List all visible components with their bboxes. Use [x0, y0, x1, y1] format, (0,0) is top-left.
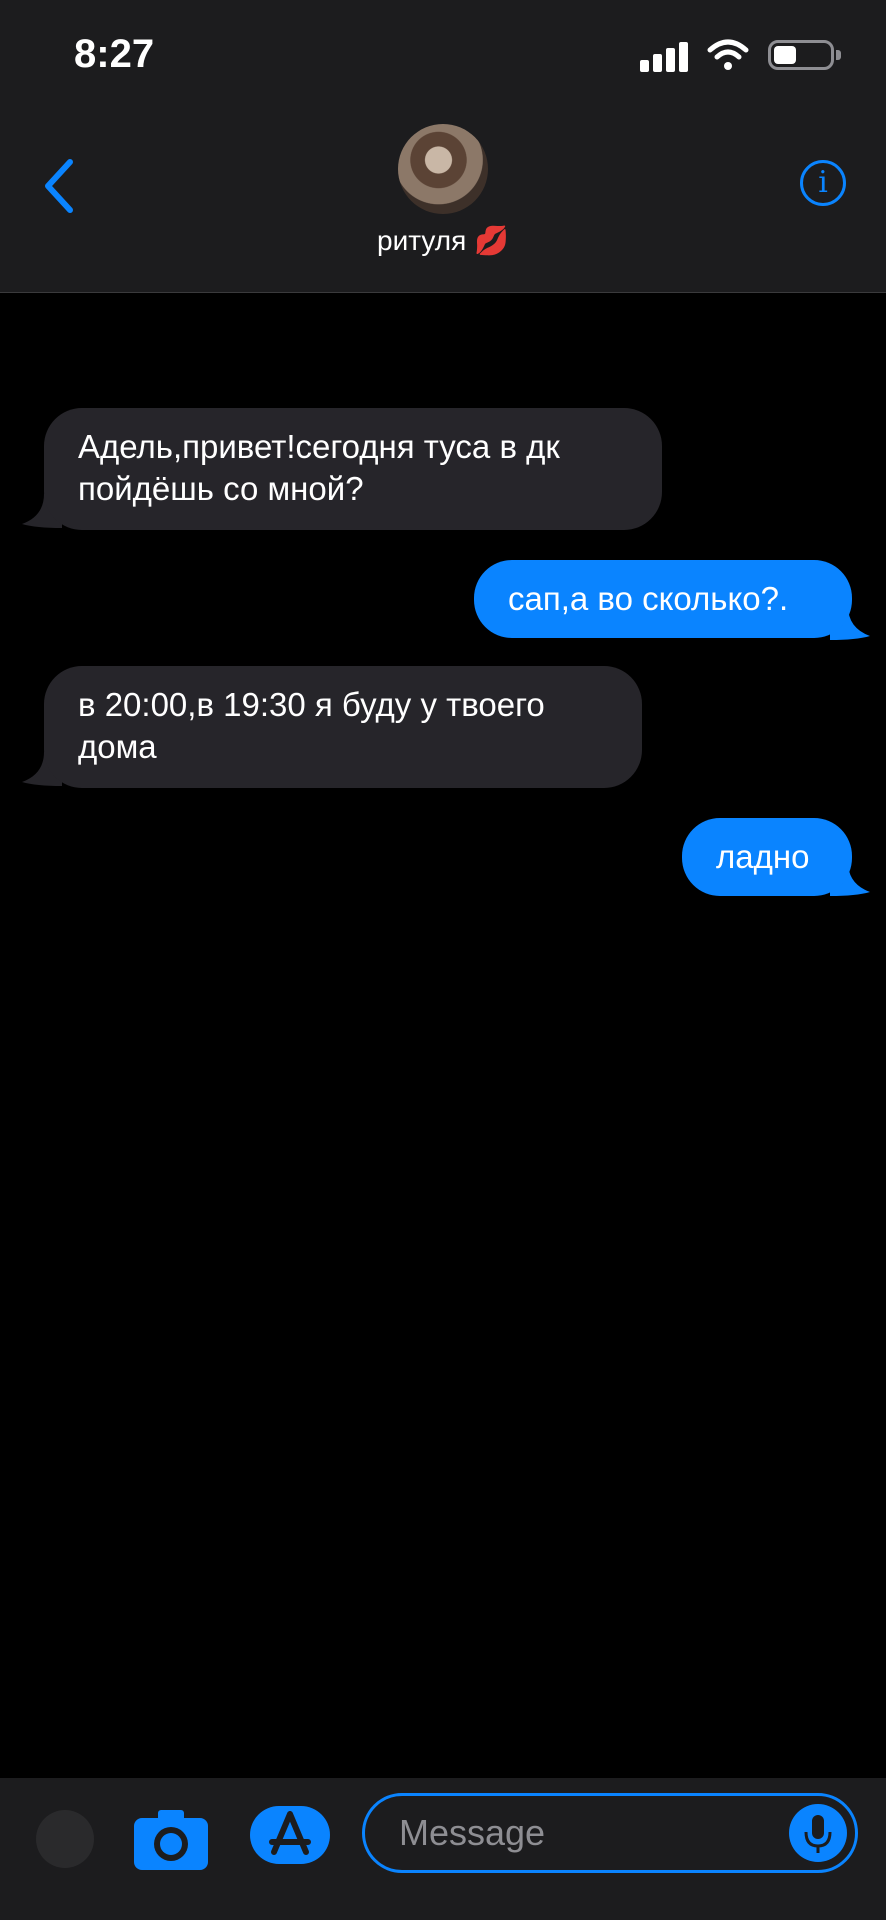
app-store-glyph-icon [269, 1811, 311, 1855]
battery-icon [768, 40, 834, 70]
message-input[interactable]: Message [362, 1793, 858, 1873]
info-icon[interactable]: i [800, 160, 846, 206]
message-input-placeholder: Message [399, 1812, 546, 1853]
message-bubble-outgoing[interactable]: сап,а во сколько?. [474, 560, 852, 638]
message-line: Адель,привет!сегодня туса в дк [78, 428, 560, 465]
back-chevron-icon[interactable] [40, 156, 80, 216]
message-line: ладно [716, 838, 810, 875]
memoji-icon[interactable] [36, 1810, 94, 1868]
message-line: дома [78, 728, 157, 765]
contact-avatar[interactable] [398, 124, 488, 214]
signal-icon [640, 42, 688, 72]
message-bubble-incoming[interactable]: в 20:00,в 19:30 я буду у твоего дома [44, 666, 642, 788]
microphone-button[interactable] [789, 1804, 847, 1862]
status-time: 8:27 [74, 32, 155, 76]
message-line: сап,а во сколько?. [508, 580, 789, 617]
battery-tip [836, 50, 841, 60]
microphone-icon [804, 1815, 832, 1853]
app-store-icon[interactable] [250, 1806, 330, 1864]
wifi-icon [707, 39, 749, 70]
contact-name[interactable]: ритуля 💋 [0, 224, 886, 257]
message-line: в 20:00,в 19:30 я буду у твоего [78, 686, 545, 723]
message-line: пойдёшь со мной? [78, 470, 364, 507]
message-bubble-outgoing[interactable]: ладно [682, 818, 852, 896]
message-bubble-incoming[interactable]: Адель,привет!сегодня туса в дк пойдёшь с… [44, 408, 662, 530]
camera-icon[interactable] [134, 1808, 208, 1870]
